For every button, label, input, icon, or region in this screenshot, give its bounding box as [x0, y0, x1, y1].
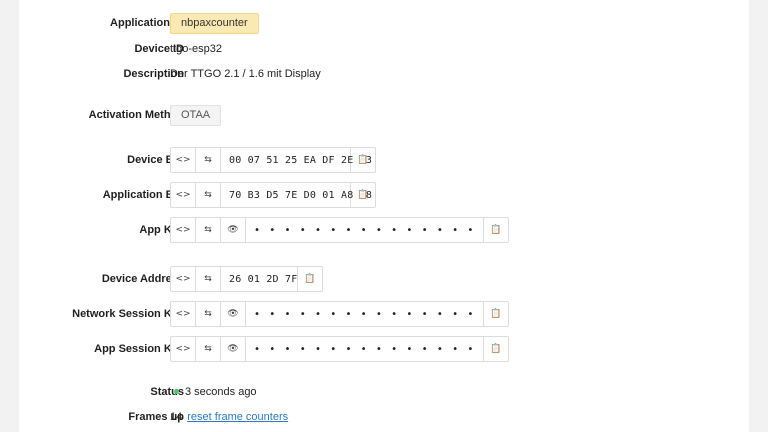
show-value-eye-icon[interactable]: 👁 — [221, 302, 246, 326]
status-text: 3 seconds ago — [185, 386, 257, 398]
description-row: Description Der TTGO 2.1 / 1.6 mit Displ… — [19, 61, 749, 87]
swap-byte-order-icon[interactable]: ⇆ — [196, 218, 221, 242]
app-session-key-row: App Session Key <> ⇆ 👁 • • • • • • • • •… — [19, 336, 749, 362]
copy-icon[interactable]: 📋 — [484, 302, 508, 326]
toggle-format-icon[interactable]: <> — [171, 218, 196, 242]
toggle-format-icon[interactable]: <> — [171, 302, 196, 326]
application-eui-field: <> ⇆ 70 B3 D5 7E D0 01 A8 18 📋 — [170, 182, 376, 208]
frames-up-count: 14 — [170, 411, 183, 423]
show-value-eye-icon[interactable]: 👁 — [221, 218, 246, 242]
network-session-key-label: Network Session Key — [72, 308, 184, 320]
activation-method-badge: OTAA — [170, 105, 222, 126]
device-eui-field: <> ⇆ 00 07 51 25 EA DF 2E 43 📋 — [170, 147, 376, 173]
copy-icon[interactable]: 📋 — [484, 218, 508, 242]
status-indicator-dot — [174, 388, 179, 394]
app-session-key-masked-value[interactable]: • • • • • • • • • • • • • • • • • • • • … — [246, 337, 484, 361]
network-session-key-field: <> ⇆ 👁 • • • • • • • • • • • • • • • • •… — [170, 301, 509, 327]
show-value-eye-icon[interactable]: 👁 — [221, 337, 246, 361]
copy-icon[interactable]: 📋 — [351, 148, 375, 172]
copy-icon[interactable]: 📋 — [351, 183, 375, 207]
toggle-format-icon[interactable]: <> — [171, 183, 196, 207]
app-key-row: App Key <> ⇆ 👁 • • • • • • • • • • • • •… — [19, 217, 749, 243]
swap-byte-order-icon[interactable]: ⇆ — [196, 267, 221, 291]
status-row: Status 3 seconds ago — [19, 379, 749, 405]
swap-byte-order-icon[interactable]: ⇆ — [196, 183, 221, 207]
device-id-row: Device ID ttgo-esp32 — [19, 36, 749, 62]
device-address-value[interactable]: 26 01 2D 7F — [221, 267, 298, 291]
swap-byte-order-icon[interactable]: ⇆ — [196, 302, 221, 326]
toggle-format-icon[interactable]: <> — [171, 267, 196, 291]
description-value: Der TTGO 2.1 / 1.6 mit Display — [170, 68, 321, 80]
reset-frame-counters-link[interactable]: reset frame counters — [187, 411, 288, 423]
swap-byte-order-icon[interactable]: ⇆ — [196, 337, 221, 361]
device-eui-value[interactable]: 00 07 51 25 EA DF 2E 43 — [221, 148, 372, 172]
network-session-key-masked-value[interactable]: • • • • • • • • • • • • • • • • • • • • … — [246, 302, 484, 326]
status-value: 3 seconds ago — [174, 379, 257, 405]
network-session-key-row: Network Session Key <> ⇆ 👁 • • • • • • •… — [19, 301, 749, 327]
copy-icon[interactable]: 📋 — [484, 337, 508, 361]
frames-up-row: Frames up 14 reset frame counters — [19, 404, 749, 430]
app-key-field: <> ⇆ 👁 • • • • • • • • • • • • • • • • •… — [170, 217, 509, 243]
application-eui-value[interactable]: 70 B3 D5 7E D0 01 A8 18 — [221, 183, 372, 207]
toggle-format-icon[interactable]: <> — [171, 148, 196, 172]
frames-up-value: 14 reset frame counters — [170, 404, 288, 430]
application-eui-row: Application EUI <> ⇆ 70 B3 D5 7E D0 01 A… — [19, 182, 749, 208]
device-id-value: ttgo-esp32 — [170, 43, 222, 55]
copy-icon[interactable]: 📋 — [298, 267, 322, 291]
activation-method-row: Activation Method OTAA — [19, 102, 749, 128]
swap-byte-order-icon[interactable]: ⇆ — [196, 148, 221, 172]
device-address-row: Device Address <> ⇆ 26 01 2D 7F 📋 — [19, 266, 749, 292]
device-eui-row: Device EUI <> ⇆ 00 07 51 25 EA DF 2E 43 … — [19, 147, 749, 173]
application-id-row: Application ID nbpaxcounter — [19, 10, 749, 36]
toggle-format-icon[interactable]: <> — [171, 337, 196, 361]
device-address-field: <> ⇆ 26 01 2D 7F 📋 — [170, 266, 323, 292]
application-id-badge[interactable]: nbpaxcounter — [170, 13, 259, 34]
app-key-masked-value[interactable]: • • • • • • • • • • • • • • • • • • • • … — [246, 218, 484, 242]
device-overview-panel: Application ID nbpaxcounter Device ID tt… — [19, 0, 749, 432]
app-session-key-field: <> ⇆ 👁 • • • • • • • • • • • • • • • • •… — [170, 336, 509, 362]
